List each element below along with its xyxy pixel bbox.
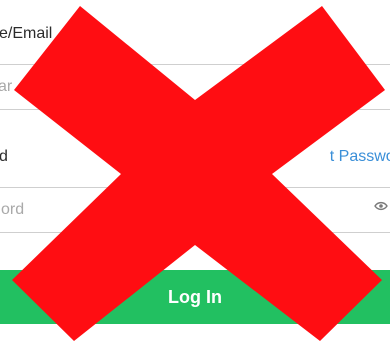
password-placeholder: ord xyxy=(1,201,25,218)
password-input[interactable]: ord xyxy=(0,187,390,233)
username-input[interactable]: ar xyxy=(0,64,390,110)
forgot-password-link[interactable]: t Passwor xyxy=(330,148,390,166)
eye-icon[interactable] xyxy=(374,201,388,211)
login-form: e/Email ar d t Passwor ord Log In xyxy=(0,0,390,344)
username-label: e/Email xyxy=(0,25,53,42)
username-placeholder: ar xyxy=(0,78,13,95)
password-label: d xyxy=(0,148,8,165)
login-button[interactable]: Log In xyxy=(0,270,390,324)
